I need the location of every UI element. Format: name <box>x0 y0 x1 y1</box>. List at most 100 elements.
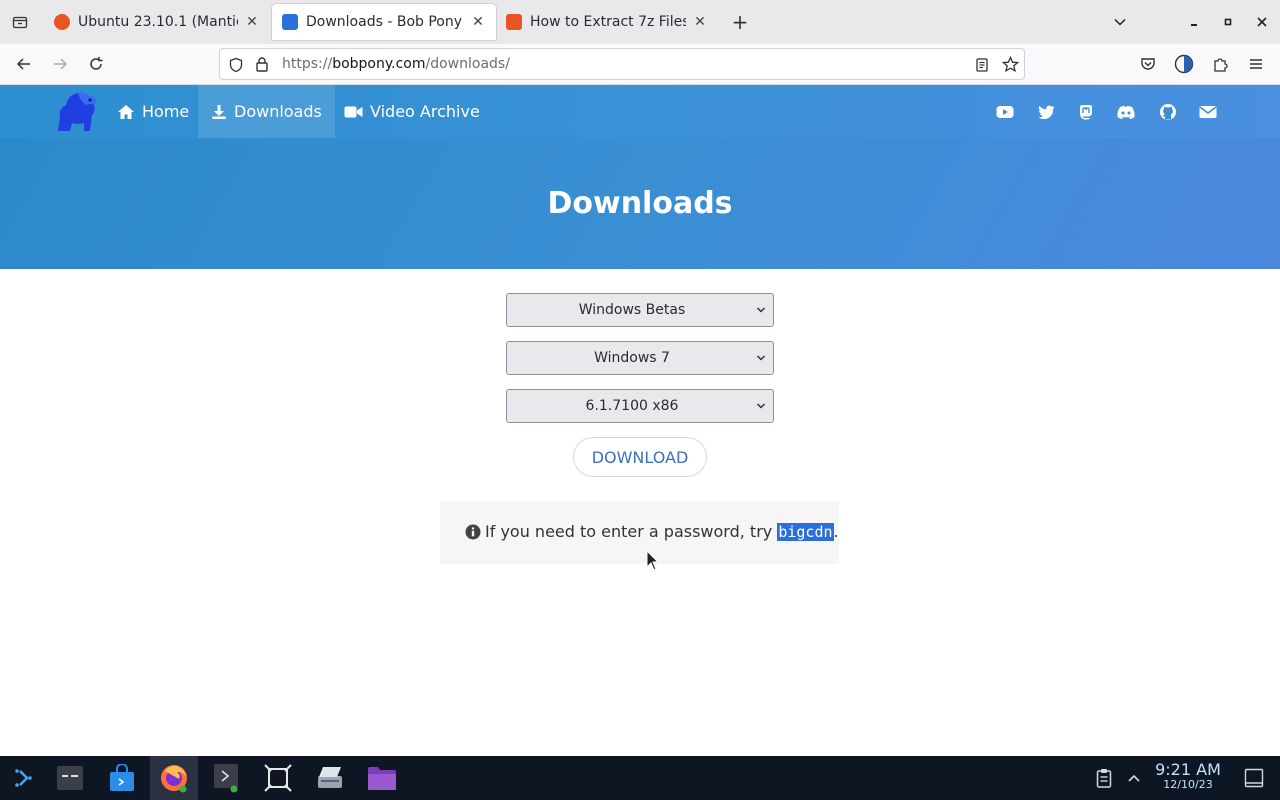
mastodon-icon <box>1080 105 1092 120</box>
close-icon[interactable]: ✕ <box>692 14 708 30</box>
taskbar-store[interactable] <box>98 756 146 800</box>
account-button[interactable] <box>1172 52 1196 76</box>
extensions-button[interactable] <box>1208 52 1232 76</box>
show-desktop-button[interactable] <box>1244 768 1264 792</box>
youtube-link[interactable] <box>994 101 1016 123</box>
firefox-icon <box>161 765 187 793</box>
reload-button[interactable] <box>84 52 108 76</box>
navigation-toolbar: https://bobpony.com/downloads/ <box>0 44 1280 85</box>
shield-icon[interactable] <box>228 57 244 73</box>
github-link[interactable] <box>1157 101 1179 123</box>
build-select[interactable]: 6.1.7100 x86 <box>506 389 774 423</box>
notice-suffix: . <box>833 522 839 541</box>
clipboard-tray[interactable] <box>1096 768 1112 792</box>
discord-icon <box>1117 105 1135 119</box>
files-icon <box>368 767 396 790</box>
forward-button[interactable] <box>48 52 72 76</box>
arrow-left-icon <box>16 58 30 70</box>
minimize-button[interactable] <box>1182 10 1206 34</box>
pocket-icon <box>1141 58 1155 70</box>
site-navbar: Home Downloads Video Archive <box>0 85 1280 138</box>
hamburger-icon <box>1250 59 1262 69</box>
password-code[interactable]: bigcdn <box>777 522 834 541</box>
maximize-button[interactable] <box>1216 10 1240 34</box>
twitter-icon <box>1037 105 1054 119</box>
close-icon <box>1257 17 1267 27</box>
app-launcher-icon <box>15 769 32 787</box>
close-icon[interactable]: ✕ <box>470 14 486 30</box>
arrow-right-icon <box>54 58 68 70</box>
taskbar-console[interactable] <box>202 756 250 800</box>
window-close-button[interactable] <box>1250 10 1274 34</box>
category-select[interactable]: Windows Betas <box>506 293 774 327</box>
nav-video-label: Video Archive <box>370 102 480 121</box>
url-host: bobpony.com <box>332 56 426 72</box>
email-link[interactable] <box>1197 101 1219 123</box>
tab-overflow-button[interactable] <box>1108 10 1132 34</box>
build-select-value: 6.1.7100 x86 <box>585 398 679 414</box>
github-icon <box>1160 104 1176 120</box>
page-title: Downloads <box>547 186 733 221</box>
app-launcher-button[interactable] <box>0 756 48 800</box>
clock-time: 9:21 AM <box>1155 760 1221 779</box>
download-icon <box>212 104 226 119</box>
taskbar-screenshot[interactable] <box>254 756 302 800</box>
taskbar-firefox[interactable] <box>150 756 198 800</box>
screenshot-icon <box>264 764 292 792</box>
star-icon[interactable] <box>1002 56 1019 73</box>
address-bar[interactable]: https://bobpony.com/downloads/ <box>219 48 1025 80</box>
tab-strip: Ubuntu 23.10.1 (Mantic M ✕ Downloads - B… <box>0 0 1280 44</box>
new-tab-button[interactable]: + <box>728 10 752 34</box>
taskbar: 9:21 AM 12/10/23 <box>0 756 1280 800</box>
mouse-cursor-icon <box>646 550 660 571</box>
youtube-icon <box>996 106 1014 118</box>
twitter-link[interactable] <box>1035 101 1057 123</box>
menu-button[interactable] <box>1244 52 1268 76</box>
url-scheme: https:// <box>282 56 333 72</box>
minimize-icon <box>1191 24 1197 26</box>
envelope-icon <box>1199 106 1217 118</box>
nav-downloads-label: Downloads <box>234 102 322 121</box>
password-notice: If you need to enter a password, try big… <box>440 501 839 564</box>
tab-ubuntu[interactable]: Ubuntu 23.10.1 (Mantic M ✕ <box>44 4 270 40</box>
video-camera-icon <box>344 106 363 117</box>
ubuntu-icon <box>506 14 522 30</box>
discord-link[interactable] <box>1115 101 1137 123</box>
mastodon-link[interactable] <box>1075 101 1097 123</box>
tab-downloads[interactable]: Downloads - Bob Pony ✕ <box>272 4 496 40</box>
close-icon[interactable]: ✕ <box>244 14 260 30</box>
tab-list-button[interactable] <box>8 10 32 34</box>
maximize-icon <box>1224 18 1232 26</box>
bobpony-logo[interactable] <box>50 87 100 137</box>
chevron-up-icon <box>1128 774 1140 782</box>
account-icon <box>1174 54 1194 74</box>
url-path: /downloads/ <box>425 56 510 72</box>
tab-list-icon <box>12 16 28 29</box>
taskbar-scanner[interactable] <box>306 756 354 800</box>
reader-view-icon[interactable] <box>974 57 990 73</box>
taskbar-files[interactable] <box>358 756 406 800</box>
chevron-down-icon <box>1114 18 1126 26</box>
home-icon <box>118 104 134 119</box>
bobpony-icon <box>282 14 298 30</box>
info-icon <box>465 524 481 539</box>
tray-expand-button[interactable] <box>1126 770 1142 790</box>
product-select[interactable]: Windows 7 <box>506 341 774 375</box>
pocket-button[interactable] <box>1136 52 1160 76</box>
nav-home[interactable]: Home <box>104 85 202 138</box>
chevron-down-icon <box>756 307 766 313</box>
nav-video-archive[interactable]: Video Archive <box>331 85 493 138</box>
nav-downloads[interactable]: Downloads <box>198 85 335 138</box>
clock-date: 12/10/23 <box>1163 778 1213 791</box>
product-select-value: Windows 7 <box>594 350 670 366</box>
back-button[interactable] <box>12 52 36 76</box>
taskbar-terminal[interactable] <box>46 756 94 800</box>
download-button[interactable]: DOWNLOAD <box>573 437 707 477</box>
url-text[interactable]: https://bobpony.com/downloads/ <box>282 56 510 72</box>
nav-home-label: Home <box>142 102 190 121</box>
lock-icon[interactable] <box>255 56 269 73</box>
tab-extract-7z[interactable]: How to Extract 7z Files in ✕ <box>496 4 718 40</box>
clock[interactable]: 9:21 AM 12/10/23 <box>1150 760 1226 791</box>
tab-title: Ubuntu 23.10.1 (Mantic M <box>78 14 238 30</box>
chevron-down-icon <box>756 403 766 409</box>
